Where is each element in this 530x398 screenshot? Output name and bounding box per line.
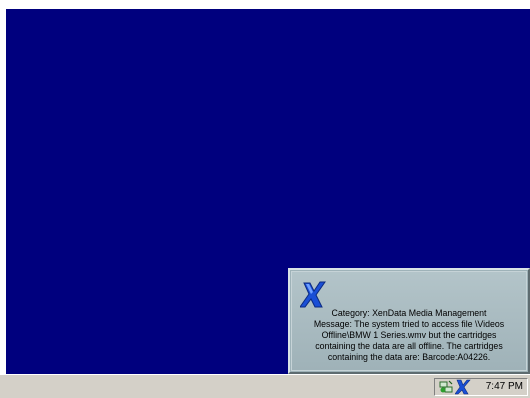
clock[interactable]: 7:47 PM — [486, 381, 523, 393]
notification-line: Message: The system tried to access file… — [313, 319, 505, 329]
notification-message: Category: XenData Media Management Messa… — [296, 308, 522, 363]
network-icon[interactable] — [439, 380, 454, 394]
notification-line: containing the data are: Barcode:A04226. — [327, 352, 491, 362]
notification-line: Offline\BMW 1 Series.wmv but the cartrid… — [321, 330, 497, 340]
system-tray: 7:47 PM — [434, 378, 528, 396]
notification-line: containing the data are all offline. The… — [315, 341, 503, 351]
notification-body: Category: XenData Media Management Messa… — [291, 271, 527, 371]
notification-balloon[interactable]: Category: XenData Media Management Messa… — [288, 268, 530, 374]
xendata-icon — [300, 281, 326, 308]
xendata-icon[interactable] — [455, 379, 471, 395]
notification-line: Category: XenData Media Management — [331, 308, 487, 318]
taskbar: 7:47 PM — [0, 374, 530, 398]
screen: Category: XenData Media Management Messa… — [0, 0, 530, 398]
